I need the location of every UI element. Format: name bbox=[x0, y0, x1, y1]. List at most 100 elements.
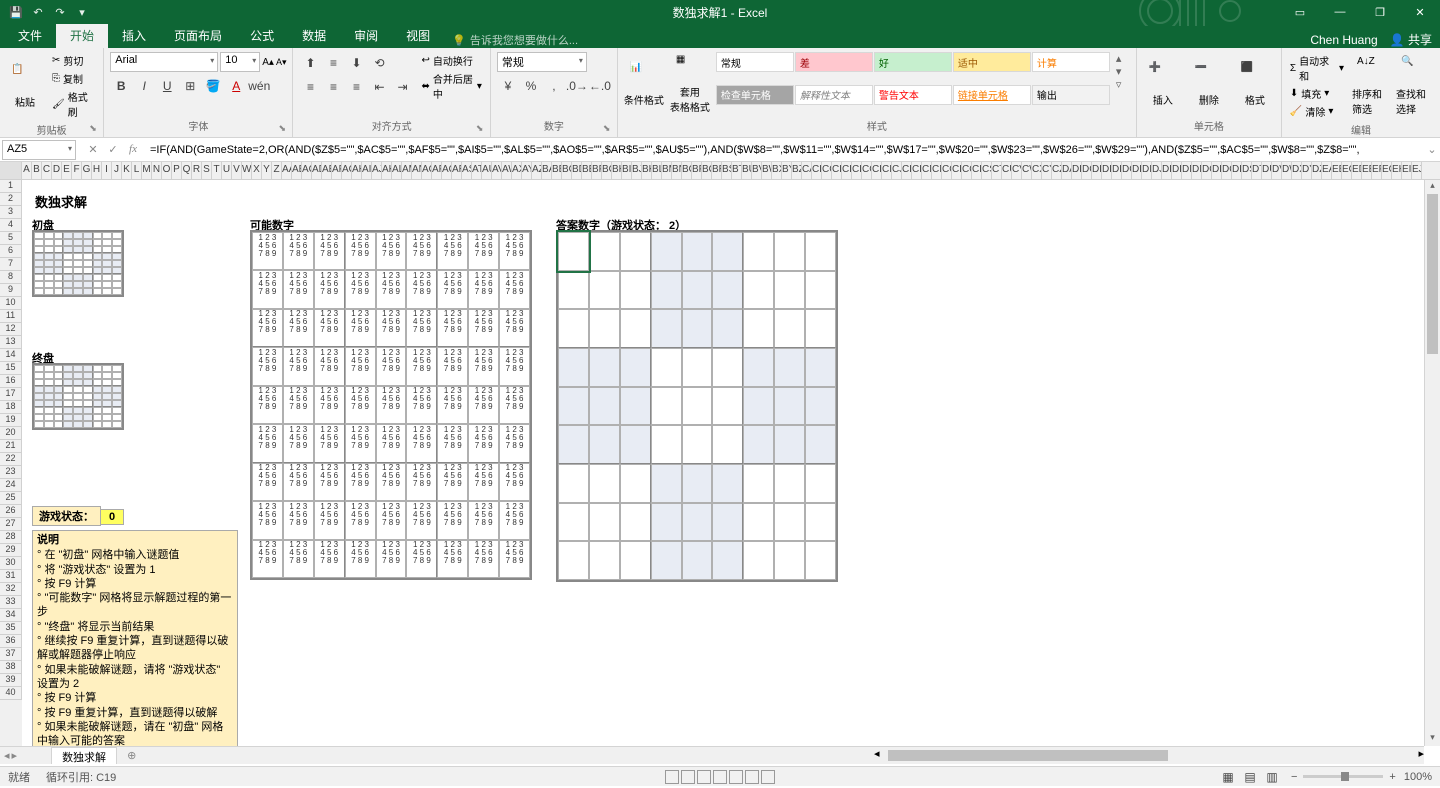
grid-cell[interactable] bbox=[54, 239, 64, 246]
style-calc[interactable]: 计算 bbox=[1032, 52, 1110, 72]
grid-cell[interactable] bbox=[743, 503, 774, 542]
grid-cell[interactable] bbox=[83, 246, 93, 253]
grid-cell[interactable] bbox=[112, 400, 122, 407]
save-icon[interactable]: 💾 bbox=[6, 2, 26, 22]
tab-layout[interactable]: 页面布局 bbox=[160, 23, 236, 48]
grid-cell[interactable]: 1 2 34 5 67 8 9 bbox=[406, 501, 437, 539]
grid-cell[interactable] bbox=[774, 425, 805, 464]
grid-cell[interactable]: 1 2 34 5 67 8 9 bbox=[376, 501, 407, 539]
grid-cell[interactable] bbox=[651, 271, 682, 310]
grid-cell[interactable] bbox=[83, 288, 93, 295]
grid-cell[interactable] bbox=[63, 281, 73, 288]
phonetic-button[interactable]: wén bbox=[248, 75, 270, 97]
grid-cell[interactable] bbox=[620, 309, 651, 348]
grid-cell[interactable] bbox=[743, 387, 774, 426]
grid-cell[interactable] bbox=[54, 372, 64, 379]
grid-cell[interactable]: 1 2 34 5 67 8 9 bbox=[376, 463, 407, 501]
grid-cell[interactable]: 1 2 34 5 67 8 9 bbox=[314, 347, 345, 385]
grid-cell[interactable] bbox=[34, 400, 44, 407]
grid-cell[interactable]: 1 2 34 5 67 8 9 bbox=[499, 232, 530, 270]
grid-cell[interactable] bbox=[93, 393, 103, 400]
grid-cell[interactable]: 1 2 34 5 67 8 9 bbox=[345, 270, 376, 308]
grid-cell[interactable] bbox=[112, 407, 122, 414]
new-sheet-icon[interactable]: ⊕ bbox=[117, 747, 146, 764]
grid-cell[interactable] bbox=[63, 372, 73, 379]
grid-cell[interactable] bbox=[54, 393, 64, 400]
grid-cell[interactable] bbox=[774, 541, 805, 580]
grid-cell[interactable] bbox=[712, 271, 743, 310]
grid-cell[interactable] bbox=[93, 386, 103, 393]
grid-cell[interactable]: 1 2 34 5 67 8 9 bbox=[252, 424, 283, 462]
grid-cell[interactable]: 1 2 34 5 67 8 9 bbox=[468, 347, 499, 385]
grid-cell[interactable]: 1 2 34 5 67 8 9 bbox=[283, 463, 314, 501]
grid-cell[interactable] bbox=[44, 365, 54, 372]
grid-cell[interactable] bbox=[54, 246, 64, 253]
grid-cell[interactable] bbox=[112, 281, 122, 288]
grid-cell[interactable] bbox=[73, 288, 83, 295]
grid-cell[interactable] bbox=[73, 239, 83, 246]
grid-cell[interactable] bbox=[682, 271, 713, 310]
grid-cell[interactable]: 1 2 34 5 67 8 9 bbox=[468, 463, 499, 501]
cancel-formula-icon[interactable]: ✕ bbox=[84, 143, 102, 156]
grid-cell[interactable]: 1 2 34 5 67 8 9 bbox=[376, 540, 407, 578]
grid-cell[interactable] bbox=[54, 288, 64, 295]
grid-cell[interactable]: 1 2 34 5 67 8 9 bbox=[376, 232, 407, 270]
grid-cell[interactable] bbox=[102, 372, 112, 379]
font-color-button[interactable]: A bbox=[225, 75, 247, 97]
number-launcher-icon[interactable]: ⬊ bbox=[603, 123, 615, 135]
maximize-button[interactable]: ❐ bbox=[1360, 0, 1400, 24]
grid-cell[interactable]: 1 2 34 5 67 8 9 bbox=[314, 424, 345, 462]
grid-cell[interactable] bbox=[682, 541, 713, 580]
grid-cell[interactable] bbox=[712, 309, 743, 348]
grid-cell[interactable] bbox=[83, 421, 93, 428]
grid-cell[interactable] bbox=[63, 267, 73, 274]
grid-cell[interactable] bbox=[102, 260, 112, 267]
grid-cell[interactable] bbox=[102, 365, 112, 372]
grid-cell[interactable]: 1 2 34 5 67 8 9 bbox=[314, 386, 345, 424]
grid-cell[interactable]: 1 2 34 5 67 8 9 bbox=[376, 309, 407, 347]
grid-cell[interactable] bbox=[774, 503, 805, 542]
grid-cell[interactable] bbox=[63, 393, 73, 400]
grid-cell[interactable]: 1 2 34 5 67 8 9 bbox=[406, 347, 437, 385]
grid-cell[interactable] bbox=[93, 400, 103, 407]
grid-cell[interactable] bbox=[651, 464, 682, 503]
grid-cell[interactable] bbox=[73, 246, 83, 253]
cond-format-button[interactable]: 📊条件格式 bbox=[624, 52, 664, 116]
grid-cell[interactable]: 1 2 34 5 67 8 9 bbox=[437, 424, 468, 462]
grid-cell[interactable] bbox=[54, 232, 64, 239]
select-all-cell[interactable] bbox=[0, 162, 22, 179]
tab-formulas[interactable]: 公式 bbox=[236, 23, 288, 48]
grid-cell[interactable]: 1 2 34 5 67 8 9 bbox=[406, 540, 437, 578]
grid-cell[interactable]: 1 2 34 5 67 8 9 bbox=[406, 232, 437, 270]
align-launcher-icon[interactable]: ⬊ bbox=[476, 123, 488, 135]
zoom-level[interactable]: 100% bbox=[1404, 771, 1432, 783]
view-page-icon[interactable]: ▤ bbox=[1239, 766, 1261, 788]
grid-cell[interactable] bbox=[93, 281, 103, 288]
grid-cell[interactable] bbox=[54, 274, 64, 281]
grid-cell[interactable] bbox=[774, 387, 805, 426]
align-middle-icon[interactable]: ≡ bbox=[322, 52, 344, 74]
grid-cell[interactable] bbox=[93, 379, 103, 386]
grid-cell[interactable] bbox=[102, 379, 112, 386]
grid-cell[interactable] bbox=[651, 425, 682, 464]
grid-cell[interactable] bbox=[743, 348, 774, 387]
grid-cell[interactable]: 1 2 34 5 67 8 9 bbox=[345, 424, 376, 462]
grid-cell[interactable] bbox=[73, 365, 83, 372]
formula-input[interactable]: =IF(AND(GameState=2,OR(AND($Z$5="",$AC$5… bbox=[148, 142, 1424, 158]
grid-cell[interactable] bbox=[34, 379, 44, 386]
grid-cell[interactable] bbox=[589, 309, 620, 348]
grid-cell[interactable] bbox=[620, 271, 651, 310]
grid-cell[interactable]: 1 2 34 5 67 8 9 bbox=[499, 424, 530, 462]
grid-cell[interactable] bbox=[112, 421, 122, 428]
grid-cell[interactable] bbox=[589, 348, 620, 387]
paste-button[interactable]: 📋 粘贴 bbox=[6, 52, 44, 120]
cell-styles-gallery[interactable]: 常规 差 好 适中 计算 检查单元格 解释性文本 警告文本 链接单元格 输出 bbox=[716, 52, 1110, 116]
grid-cell[interactable] bbox=[805, 503, 836, 542]
grid-cell[interactable] bbox=[93, 232, 103, 239]
close-button[interactable]: ✕ bbox=[1400, 0, 1440, 24]
grid-cell[interactable] bbox=[93, 267, 103, 274]
zoom-slider[interactable]: − + bbox=[1291, 771, 1396, 783]
increase-font-icon[interactable]: A▴ bbox=[262, 57, 274, 68]
grid-cell[interactable] bbox=[805, 541, 836, 580]
grid-cell[interactable] bbox=[73, 232, 83, 239]
